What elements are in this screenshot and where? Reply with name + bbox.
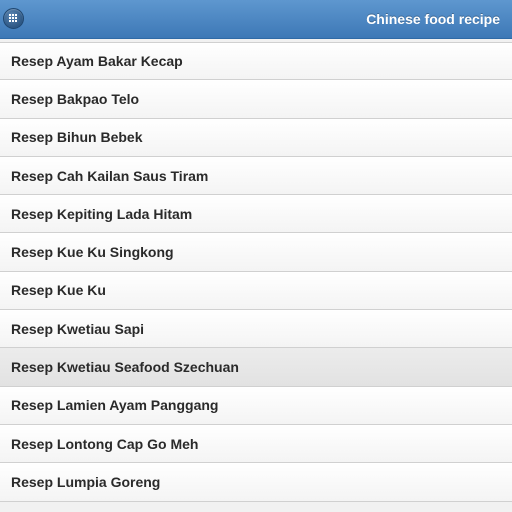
list-item[interactable]: Resep Bihun Bebek [0,118,512,157]
menu-button[interactable] [3,8,24,29]
list-item[interactable]: Resep Lontong Cap Go Meh [0,424,512,464]
list-item[interactable]: Resep Kue Ku Singkong [0,233,512,272]
list-item[interactable]: Resep Lumpia Goreng [0,463,512,502]
list-item[interactable]: Resep Bakpao Telo [0,80,512,119]
recipe-list: Resep Ayam Bakar Kecap Resep Bakpao Telo… [0,42,512,502]
list-item[interactable]: Resep Kwetiau Sapi [0,310,512,349]
list-item[interactable]: Resep Cah Kailan Saus Tiram [0,156,512,196]
list-item[interactable]: Resep Kwetiau Seafood Szechuan [0,348,512,387]
list-item[interactable]: Resep Kepiting Lada Hitam [0,195,512,234]
list-item[interactable]: Resep Ayam Bakar Kecap [0,42,512,81]
list-item[interactable]: Resep Kue Ku [0,271,512,311]
page-title: Chinese food recipe [366,11,500,27]
app-header: Chinese food recipe [0,0,512,39]
list-item[interactable]: Resep Lamien Ayam Panggang [0,386,512,425]
grid-menu-icon [9,14,18,23]
